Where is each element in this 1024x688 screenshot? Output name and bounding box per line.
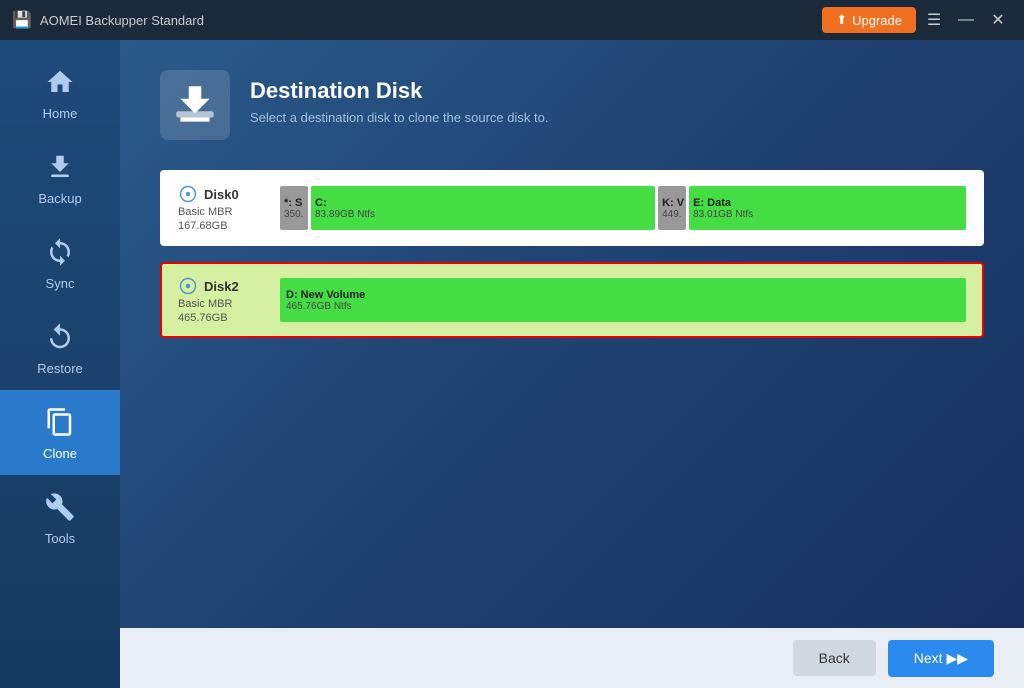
page-title: Destination Disk: [250, 78, 548, 104]
disk2-name-row: Disk2: [178, 276, 239, 296]
destination-disk-icon: [160, 70, 230, 140]
tools-icon: [42, 489, 78, 525]
titlebar-left: 💾 AOMEI Backupper Standard: [12, 10, 204, 30]
disk0-partitions: *: S 350. C: 83.89GB Ntfs K: V 449. E: D…: [280, 186, 966, 230]
disk0-type: Basic MBR: [178, 206, 232, 218]
sidebar-item-backup[interactable]: Backup: [0, 135, 120, 220]
disk2-name: Disk2: [204, 279, 239, 294]
page-header: Destination Disk Select a destination di…: [160, 70, 984, 140]
app-logo-icon: 💾: [12, 10, 32, 30]
disk0-icon: [178, 184, 198, 204]
clone-icon: [42, 404, 78, 440]
backup-icon: [42, 149, 78, 185]
upgrade-button[interactable]: ⬆ Upgrade: [822, 7, 916, 33]
disk0-label: Disk0 Basic MBR 167.68GB: [178, 184, 268, 232]
disk0-size: 167.68GB: [178, 220, 228, 232]
page-subtitle: Select a destination disk to clone the s…: [250, 110, 548, 125]
disk0-name: Disk0: [204, 187, 239, 202]
main-layout: Home Backup Sync Restore Clone: [0, 40, 1024, 688]
titlebar: 💾 AOMEI Backupper Standard ⬆ Upgrade ☰ —…: [0, 0, 1024, 40]
back-button[interactable]: Back: [793, 640, 876, 676]
disk0-partition-k: K: V 449.: [658, 186, 686, 230]
sidebar-item-clone[interactable]: Clone: [0, 390, 120, 475]
disk0-partition-c: C: 83.89GB Ntfs: [311, 186, 655, 230]
upgrade-icon: ⬆: [836, 12, 847, 28]
disk2-partition-d-size: 465.76GB Ntfs: [286, 301, 960, 312]
restore-icon: [42, 319, 78, 355]
app-title: AOMEI Backupper Standard: [40, 13, 204, 28]
disk-card-disk0[interactable]: Disk0 Basic MBR 167.68GB *: S 350. C: 83…: [160, 170, 984, 246]
sidebar-item-sync[interactable]: Sync: [0, 220, 120, 305]
sidebar-item-tools[interactable]: Tools: [0, 475, 120, 560]
disk2-type: Basic MBR: [178, 298, 232, 310]
next-button[interactable]: Next ▶▶: [888, 640, 994, 677]
next-label: Next ▶▶: [914, 650, 968, 667]
sidebar-item-home[interactable]: Home: [0, 50, 120, 135]
content-area: Destination Disk Select a destination di…: [120, 40, 1024, 688]
home-icon: [42, 64, 78, 100]
sidebar: Home Backup Sync Restore Clone: [0, 40, 120, 688]
titlebar-controls: ⬆ Upgrade ☰ — ✕: [822, 6, 1012, 34]
menu-button[interactable]: ☰: [920, 6, 948, 34]
minimize-button[interactable]: —: [952, 6, 980, 34]
disk0-partition-e: E: Data 83.01GB Ntfs: [689, 186, 966, 230]
disk2-partition-d-label: D: New Volume: [286, 289, 960, 301]
sidebar-item-restore[interactable]: Restore: [0, 305, 120, 390]
disk0-name-row: Disk0: [178, 184, 239, 204]
bottom-bar: Back Next ▶▶: [120, 628, 1024, 688]
disk2-label: Disk2 Basic MBR 465.76GB: [178, 276, 268, 324]
close-button[interactable]: ✕: [984, 6, 1012, 34]
disk2-partition-d: D: New Volume 465.76GB Ntfs: [280, 278, 966, 322]
sync-icon: [42, 234, 78, 270]
disk2-icon: [178, 276, 198, 296]
page-header-text: Destination Disk Select a destination di…: [250, 70, 548, 125]
disk2-size: 465.76GB: [178, 312, 228, 324]
disk-list: Disk0 Basic MBR 167.68GB *: S 350. C: 83…: [160, 170, 984, 658]
disk0-partition-sys: *: S 350.: [280, 186, 308, 230]
disk-card-disk2[interactable]: Disk2 Basic MBR 465.76GB D: New Volume 4…: [160, 262, 984, 338]
